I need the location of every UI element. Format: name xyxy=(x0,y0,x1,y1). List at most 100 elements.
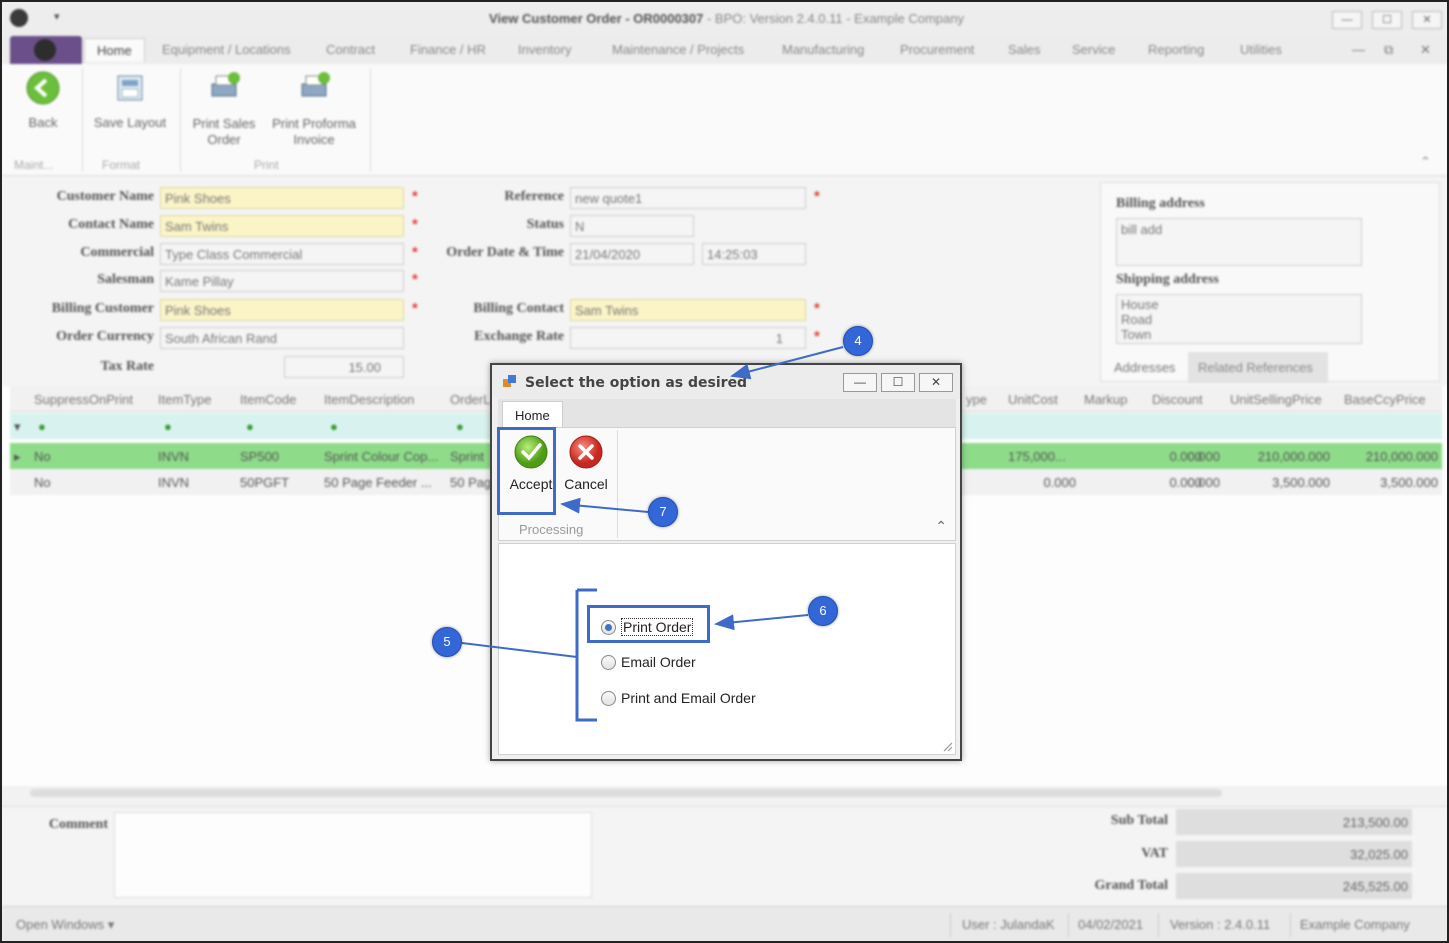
salesman-label: Salesman xyxy=(97,272,154,287)
ribbon-minimize-button[interactable]: — xyxy=(1352,42,1365,57)
tab-equipment-locations[interactable]: Equipment / Locations xyxy=(162,42,291,57)
ribbon-group-maint-label: Maint... xyxy=(14,158,54,172)
status-company: Example Company xyxy=(1300,917,1410,932)
column-header[interactable]: ItemDescription xyxy=(324,392,414,407)
tab-addresses[interactable]: Addresses xyxy=(1104,354,1186,381)
window-title-main: View Customer Order - OR0000307 xyxy=(489,11,704,26)
dialog-options-panel: Print Order Email Order Print and Email … xyxy=(498,543,956,755)
column-header[interactable]: ype xyxy=(966,392,987,407)
tab-service[interactable]: Service xyxy=(1072,42,1115,57)
dialog-tab-home[interactable]: Home xyxy=(502,401,563,428)
reference-field[interactable]: new quote1 xyxy=(570,187,806,209)
sub-total-value: 213,500.00 xyxy=(1176,809,1412,835)
billing-contact-field[interactable]: Sam Twins xyxy=(570,299,806,321)
maximize-button[interactable]: ☐ xyxy=(1372,11,1402,29)
dialog-ribbon-collapse-icon[interactable]: ⌃ xyxy=(935,518,947,535)
order-time-field[interactable]: 14:25:03 xyxy=(702,243,806,265)
back-button[interactable]: Back xyxy=(16,70,70,130)
ribbon-restore-button[interactable]: ⧉ xyxy=(1384,42,1393,58)
save-layout-button[interactable]: Save Layout xyxy=(90,70,170,130)
annotation-callout-6: 6 xyxy=(808,596,838,626)
save-layout-icon xyxy=(117,75,143,101)
tab-utilities[interactable]: Utilities xyxy=(1240,42,1282,57)
print-proforma-invoice-button[interactable]: Print Proforma Invoice xyxy=(268,70,360,148)
minimize-button[interactable]: — xyxy=(1332,11,1362,29)
column-header[interactable]: ItemCode xyxy=(240,392,296,407)
contact-name-field[interactable]: Sam Twins xyxy=(160,215,404,237)
status-date: 04/02/2021 xyxy=(1078,917,1144,932)
order-currency-select[interactable]: South African Rand xyxy=(160,327,404,349)
tab-home[interactable]: Home xyxy=(84,38,145,62)
radio-email-order-label: Email Order xyxy=(621,654,696,670)
ribbon-close-button[interactable]: ✕ xyxy=(1420,42,1431,58)
filter-icon[interactable]: ● xyxy=(456,419,464,434)
column-header[interactable]: UnitCost xyxy=(1008,392,1058,407)
comment-textarea[interactable] xyxy=(114,812,592,898)
dialog-maximize-button[interactable]: ☐ xyxy=(881,373,915,392)
tab-manufacturing[interactable]: Manufacturing xyxy=(782,42,864,57)
window-title: View Customer Order - OR0000307 - BPO: V… xyxy=(2,11,1447,26)
exchange-rate-field[interactable]: 1 xyxy=(570,327,806,349)
billing-customer-field[interactable]: Pink Shoes xyxy=(160,299,404,321)
column-header[interactable]: ItemType xyxy=(158,392,211,407)
tab-sales[interactable]: Sales xyxy=(1008,42,1041,57)
resize-grip-icon[interactable] xyxy=(941,740,953,752)
required-marker: * xyxy=(814,188,820,205)
commercial-select[interactable]: Type Class Commercial xyxy=(160,243,404,265)
ribbon-group-print-label: Print xyxy=(254,158,279,172)
column-header[interactable]: SuppressOnPrint xyxy=(34,392,133,407)
ribbon-collapse-icon[interactable]: ⌃ xyxy=(1420,154,1431,170)
tab-contract[interactable]: Contract xyxy=(326,42,375,57)
filter-icon[interactable]: ● xyxy=(164,419,172,434)
filter-icon[interactable]: ● xyxy=(246,419,254,434)
close-button[interactable]: ✕ xyxy=(1412,11,1442,29)
column-header[interactable]: UnitSellingPrice xyxy=(1230,392,1322,407)
column-header[interactable]: Discount xyxy=(1152,392,1203,407)
shipping-line: Town xyxy=(1121,327,1152,342)
cell-unit-cost: 175,000... xyxy=(1008,449,1066,464)
cancel-button[interactable]: Cancel xyxy=(561,434,611,492)
dialog-minimize-button[interactable]: — xyxy=(843,373,877,392)
shipping-line: House xyxy=(1121,297,1159,312)
shipping-address-field[interactable]: House Road Town xyxy=(1116,294,1362,344)
radio-email-order[interactable]: Email Order xyxy=(601,654,696,670)
application-menu-button[interactable] xyxy=(10,36,82,64)
required-marker: * xyxy=(412,271,418,288)
order-date-field[interactable]: 21/04/2020 xyxy=(570,243,694,265)
tab-procurement[interactable]: Procurement xyxy=(900,42,974,57)
filter-row-indicator: ▾ xyxy=(14,419,21,434)
tab-related-references[interactable]: Related References xyxy=(1188,352,1328,383)
dialog-title: Select the option as desired xyxy=(525,375,748,391)
column-header[interactable]: BaseCcyPrice xyxy=(1344,392,1426,407)
status-separator xyxy=(950,913,951,937)
billing-address-field[interactable]: bill add xyxy=(1116,218,1362,266)
filter-icon[interactable]: ● xyxy=(38,419,46,434)
salesman-select[interactable]: Kame Pillay xyxy=(160,270,404,292)
status-bar: Open Windows ▾ User : JulandaK 04/02/202… xyxy=(2,906,1447,941)
horizontal-scrollbar[interactable] xyxy=(30,789,1222,797)
annotation-callout-5: 5 xyxy=(432,627,462,657)
window-title-version: - BPO: Version 2.4.0.11 - Example Compan… xyxy=(703,11,964,26)
radio-print-email-order[interactable]: Print and Email Order xyxy=(601,690,756,706)
tab-reporting[interactable]: Reporting xyxy=(1148,42,1204,57)
sub-total-label: Sub Total xyxy=(1110,813,1168,828)
print-sales-order-button[interactable]: Print Sales Order xyxy=(188,70,260,148)
cell-item-description: 50 Page Feeder ... xyxy=(324,475,432,490)
tab-inventory[interactable]: Inventory xyxy=(518,42,571,57)
dialog-close-button[interactable]: ✕ xyxy=(919,373,953,392)
required-marker: * xyxy=(412,188,418,205)
ribbon-panel: Back Save Layout Print Sales Order Print… xyxy=(2,64,1447,176)
tax-rate-field[interactable]: 15.00 xyxy=(284,356,404,378)
tab-finance-hr[interactable]: Finance / HR xyxy=(410,42,486,57)
filter-icon[interactable]: ● xyxy=(330,419,338,434)
tab-maintenance-projects[interactable]: Maintenance / Projects xyxy=(612,42,744,57)
customer-name-field[interactable]: Pink Shoes xyxy=(160,187,404,209)
column-header[interactable]: Markup xyxy=(1084,392,1127,407)
vat-label: VAT xyxy=(1141,846,1168,861)
column-header[interactable]: OrderL xyxy=(450,392,490,407)
select-option-dialog: Select the option as desired — ☐ ✕ Home … xyxy=(490,363,962,761)
cell-suppress: No xyxy=(34,449,51,464)
print-order-highlight-box xyxy=(587,605,710,643)
open-windows-menu[interactable]: Open Windows ▾ xyxy=(16,917,114,933)
ribbon-tab-bar: Home Equipment / Locations Contract Fina… xyxy=(2,36,1447,64)
